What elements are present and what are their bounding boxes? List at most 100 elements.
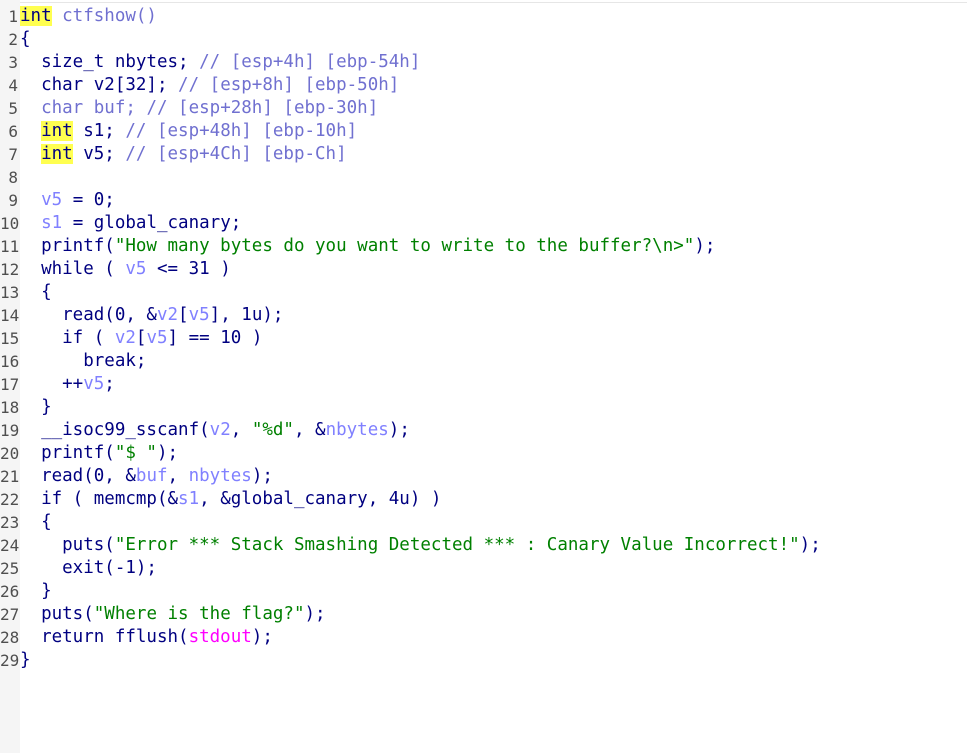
code-line[interactable]: 20 printf("$ "); [0, 442, 967, 465]
code-token: nbytes [325, 420, 389, 440]
code-line[interactable]: 12 while ( v5 <= 31 ) [0, 258, 967, 281]
line-number: 21 [0, 467, 20, 486]
code-token: nbytes [188, 466, 252, 486]
code-line[interactable]: 18 } [0, 396, 967, 419]
code-token: read(0, & [20, 466, 136, 486]
code-line[interactable]: 26 } [0, 580, 967, 603]
code-token: v2 [209, 420, 231, 440]
code-line[interactable]: 19 __isoc99_sscanf(v2, "%d", &nbytes); [0, 419, 967, 442]
code-line[interactable]: 27 puts("Where is the flag?"); [0, 603, 967, 626]
code-token: ] == 10 ) [167, 328, 263, 348]
line-content: s1 = global_canary; [20, 212, 241, 235]
pseudocode-editor[interactable]: 1 int ctfshow() 2{3 size_t nbytes; // [esp… [0, 0, 967, 753]
code-line[interactable]: 9 v5 = 0; [0, 189, 967, 212]
code-token: s1; [72, 121, 126, 141]
line-number: 6 [8, 122, 18, 141]
code-token: v5 [41, 190, 63, 210]
line-number: 5 [8, 99, 18, 118]
code-line[interactable]: 23 { [0, 511, 967, 534]
code-token: ); [156, 443, 179, 463]
code-token: , &global_canary, 4u) ) [199, 489, 442, 509]
code-token: // [esp+4h] [ebp-54h] [199, 52, 421, 72]
code-line[interactable]: 24 puts("Error *** Stack Smashing Detect… [0, 534, 967, 557]
code-line[interactable]: 8 [0, 166, 967, 189]
code-token: // [esp+48h] [ebp-10h] [125, 121, 358, 141]
code-token: = 0; [62, 190, 115, 210]
code-line[interactable]: 22 if ( memcmp(&s1, &global_canary, 4u) … [0, 488, 967, 511]
line-content: } [20, 580, 52, 603]
code-line[interactable]: 6 int s1; // [esp+48h] [ebp-10h] [0, 120, 967, 143]
line-content: int v5; // [esp+4Ch] [ebp-Ch] [20, 143, 347, 166]
line-number: 19 [0, 421, 20, 440]
code-token: size_t nbytes; [20, 52, 200, 72]
code-line[interactable]: 29} [0, 649, 967, 672]
line-content: size_t nbytes; // [esp+4h] [ebp-54h] [20, 51, 420, 74]
code-line[interactable]: 10 s1 = global_canary; [0, 212, 967, 235]
code-line[interactable]: 3 size_t nbytes; // [esp+4h] [ebp-54h] [0, 51, 967, 74]
code-line[interactable]: 7 int v5; // [esp+4Ch] [ebp-Ch] [0, 143, 967, 166]
code-token: puts( [20, 535, 115, 555]
code-token: } [20, 650, 31, 670]
code-line[interactable]: 11 printf("How many bytes do you want to… [0, 235, 967, 258]
line-number: 25 [0, 559, 20, 578]
code-token: if ( memcmp(& [20, 489, 179, 509]
line-number: 10 [0, 214, 20, 233]
code-line[interactable]: 14 read(0, &v2[v5], 1u); [0, 304, 967, 327]
code-token: ); [799, 535, 821, 555]
code-token: ); [694, 236, 716, 256]
code-token: exit(-1); [20, 558, 157, 578]
line-content: exit(-1); [20, 557, 157, 580]
code-line[interactable]: 28 return fflush(stdout); [0, 626, 967, 649]
code-token: int [20, 6, 52, 26]
line-content: if ( memcmp(&s1, &global_canary, 4u) ) [20, 488, 441, 511]
code-token: [ [178, 305, 189, 325]
line-number: 17 [0, 375, 20, 394]
code-token: ], 1u); [209, 305, 284, 325]
code-token: s1 [178, 489, 200, 509]
code-token: ctfshow() [51, 6, 157, 26]
line-content: int s1; // [esp+48h] [ebp-10h] [20, 120, 357, 143]
code-token: printf( [20, 236, 115, 256]
line-content: v5 = 0; [20, 189, 115, 212]
code-token: return fflush( [20, 627, 189, 647]
code-token: puts( [20, 604, 94, 624]
code-token: } [20, 397, 52, 417]
line-number: 14 [0, 306, 20, 325]
code-line[interactable]: 13 { [0, 281, 967, 304]
line-number: 4 [8, 76, 18, 95]
code-token: __isoc99_sscanf( [20, 420, 210, 440]
code-token: printf( [20, 443, 115, 463]
code-token: v5 [188, 305, 210, 325]
code-line[interactable]: 5 char buf; // [esp+28h] [ebp-30h] [0, 97, 967, 120]
code-line[interactable]: 15 if ( v2[v5] == 10 ) [0, 327, 967, 350]
code-line[interactable]: 25 exit(-1); [0, 557, 967, 580]
code-line[interactable]: 1 int ctfshow() [0, 5, 967, 28]
code-token: stdout [188, 627, 252, 647]
code-line[interactable]: 2{ [0, 28, 967, 51]
code-line[interactable]: 17 ++v5; [0, 373, 967, 396]
code-area[interactable]: 1 int ctfshow() 2{3 size_t nbytes; // [esp… [0, 5, 967, 672]
code-line[interactable]: 21 read(0, &buf, nbytes); [0, 465, 967, 488]
code-token: // [esp+28h] [ebp-30h] [146, 98, 379, 118]
code-token: { [20, 282, 52, 302]
code-token: "Error *** Stack Smashing Detected *** :… [114, 535, 800, 555]
line-number: 18 [0, 398, 20, 417]
line-content: { [20, 28, 31, 51]
line-content: read(0, &v2[v5], 1u); [20, 304, 283, 327]
line-number: 1 [8, 7, 18, 26]
code-token: int [41, 144, 73, 164]
line-number: 16 [0, 352, 20, 371]
code-token: <= 31 ) [146, 259, 231, 279]
line-content: puts("Error *** Stack Smashing Detected … [20, 534, 821, 557]
code-token: "$ " [114, 443, 157, 463]
code-line[interactable]: 16 break; [0, 350, 967, 373]
code-token: ); [251, 466, 273, 486]
code-token: char buf; [20, 98, 147, 118]
code-line[interactable]: 4 char v2[32]; // [esp+8h] [ebp-50h] [0, 74, 967, 97]
code-token: char v2[32]; [20, 75, 179, 95]
line-content: ++v5; [20, 373, 115, 396]
code-token: // [esp+4Ch] [ebp-Ch] [125, 144, 347, 164]
